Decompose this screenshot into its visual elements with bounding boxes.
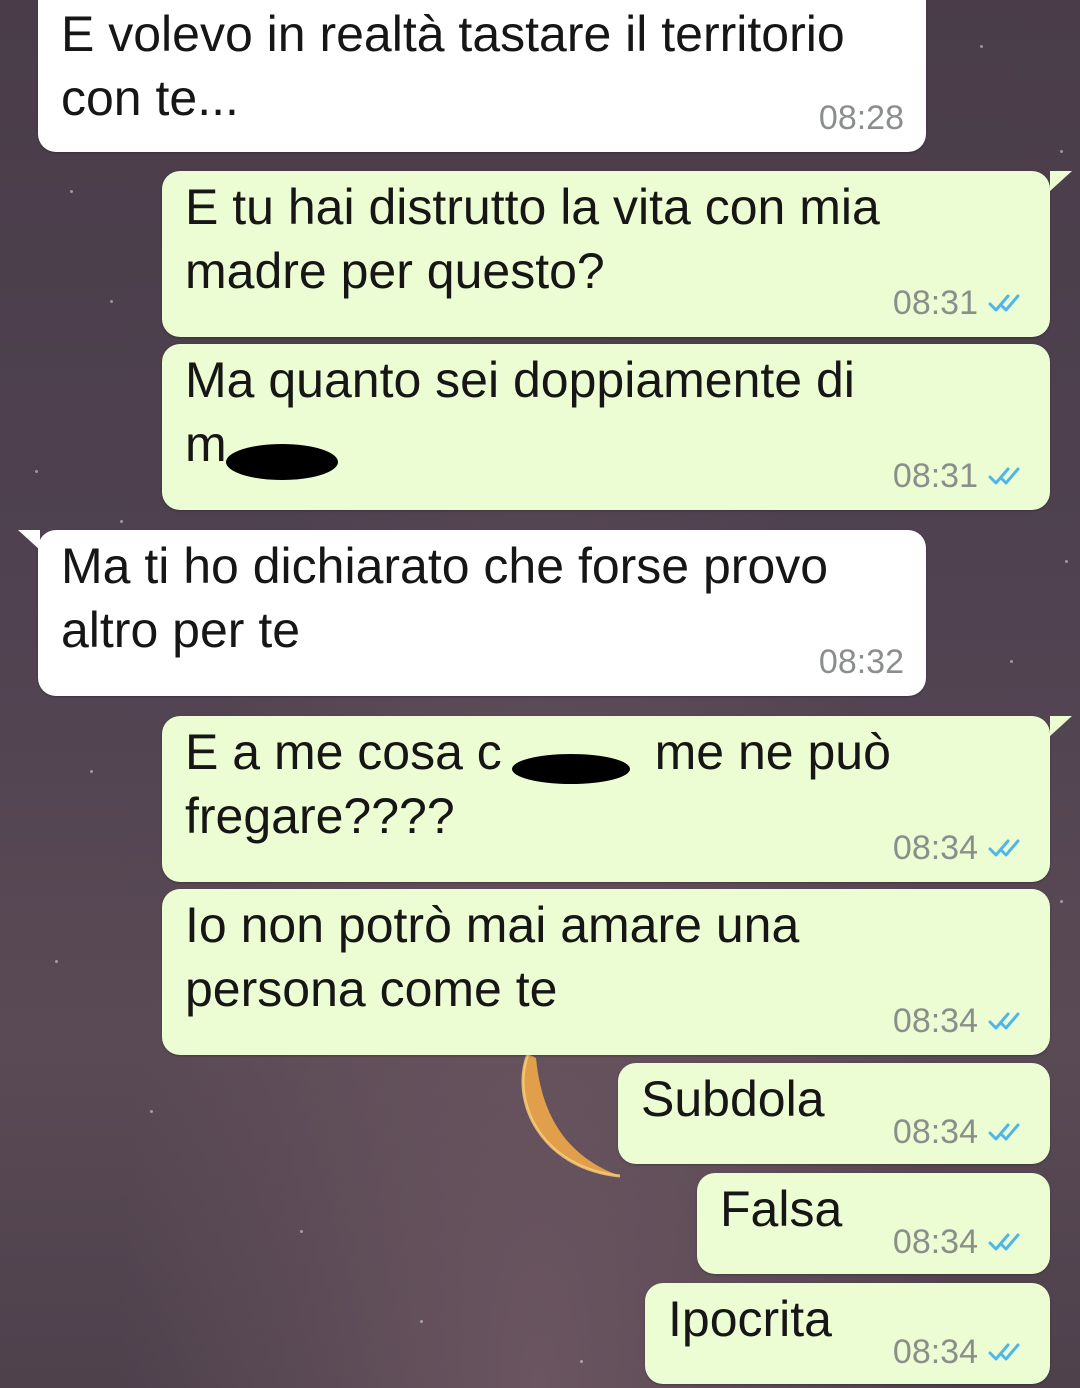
message-meta: 08:34	[893, 1114, 1028, 1150]
message-bubble-outgoing[interactable]: Subdola 08:34	[618, 1063, 1050, 1164]
double-check-icon	[988, 1233, 1020, 1251]
message-bubble-outgoing[interactable]: Io non potrò mai amare una persona come …	[162, 889, 1050, 1055]
message-bubble-incoming[interactable]: Ma ti ho dichiarato che forse provo altr…	[18, 530, 926, 696]
message-text: Io non potrò mai amare una persona come …	[185, 897, 800, 1017]
message-meta: 08:32	[819, 644, 904, 680]
wallpaper-star	[300, 1230, 303, 1233]
message-meta: 08:34	[893, 1003, 1028, 1039]
message-text: E volevo in realtà tastare il territorio…	[61, 6, 845, 126]
double-check-icon	[988, 1012, 1020, 1030]
message-meta: 08:34	[893, 1224, 1028, 1260]
message-meta: 08:34	[893, 1334, 1028, 1370]
message-text: E a me cosa c me ne può fregare????	[185, 724, 891, 844]
message-meta: 08:34	[893, 830, 1028, 866]
wallpaper-star	[70, 190, 73, 193]
message-bubble-incoming[interactable]: E volevo in realtà tastare il territorio…	[38, 0, 926, 152]
wallpaper-star	[110, 300, 113, 303]
double-check-icon	[988, 1123, 1020, 1141]
message-text: Ipocrita	[668, 1291, 832, 1347]
double-check-icon	[988, 839, 1020, 857]
message-text: Subdola	[641, 1071, 825, 1127]
message-time: 08:34	[892, 1223, 978, 1261]
double-check-icon	[988, 1343, 1020, 1361]
message-time: 08:34	[892, 829, 978, 867]
message-time: 08:34	[892, 1113, 978, 1151]
bubble-tail	[1050, 171, 1072, 191]
wallpaper-star	[150, 1110, 153, 1113]
message-time: 08:32	[818, 643, 904, 681]
double-check-icon	[988, 467, 1020, 485]
wallpaper-star	[1060, 150, 1063, 153]
message-meta: 08:31	[893, 458, 1028, 494]
message-bubble-outgoing[interactable]: Falsa 08:34	[697, 1173, 1050, 1274]
message-meta: 08:31	[893, 285, 1028, 321]
wallpaper-star	[55, 960, 58, 963]
message-bubble-outgoing[interactable]: Ma quanto sei doppiamente di m 08:31	[162, 344, 1050, 510]
message-time: 08:34	[892, 1333, 978, 1371]
bubble-tail	[18, 530, 40, 550]
bubble-tail	[1050, 716, 1072, 736]
wallpaper-star	[90, 770, 93, 773]
wallpaper-star	[1010, 660, 1013, 663]
message-time: 08:28	[818, 99, 904, 137]
wallpaper-star	[980, 45, 983, 48]
message-time: 08:31	[892, 457, 978, 495]
wallpaper-star	[35, 470, 38, 473]
message-bubble-outgoing[interactable]: E a me cosa c me ne può fregare???? 08:3…	[162, 716, 1072, 882]
wallpaper-star	[120, 520, 123, 523]
wallpaper-star	[580, 1360, 583, 1363]
message-time: 08:34	[892, 1002, 978, 1040]
wallpaper-star	[1060, 900, 1063, 903]
double-check-icon	[988, 294, 1020, 312]
message-time: 08:31	[892, 284, 978, 322]
message-meta: 08:28	[819, 100, 904, 136]
message-text: E tu hai distrutto la vita con mia madre…	[185, 179, 880, 299]
message-bubble-outgoing[interactable]: Ipocrita 08:34	[645, 1283, 1050, 1384]
wallpaper-star	[1065, 560, 1068, 563]
redaction-mark	[512, 754, 630, 784]
wallpaper-star	[420, 1320, 423, 1323]
redaction-mark	[226, 444, 338, 480]
message-bubble-outgoing[interactable]: E tu hai distrutto la vita con mia madre…	[162, 171, 1072, 337]
message-text: Falsa	[720, 1181, 843, 1237]
message-text: Ma ti ho dichiarato che forse provo altr…	[61, 538, 829, 658]
